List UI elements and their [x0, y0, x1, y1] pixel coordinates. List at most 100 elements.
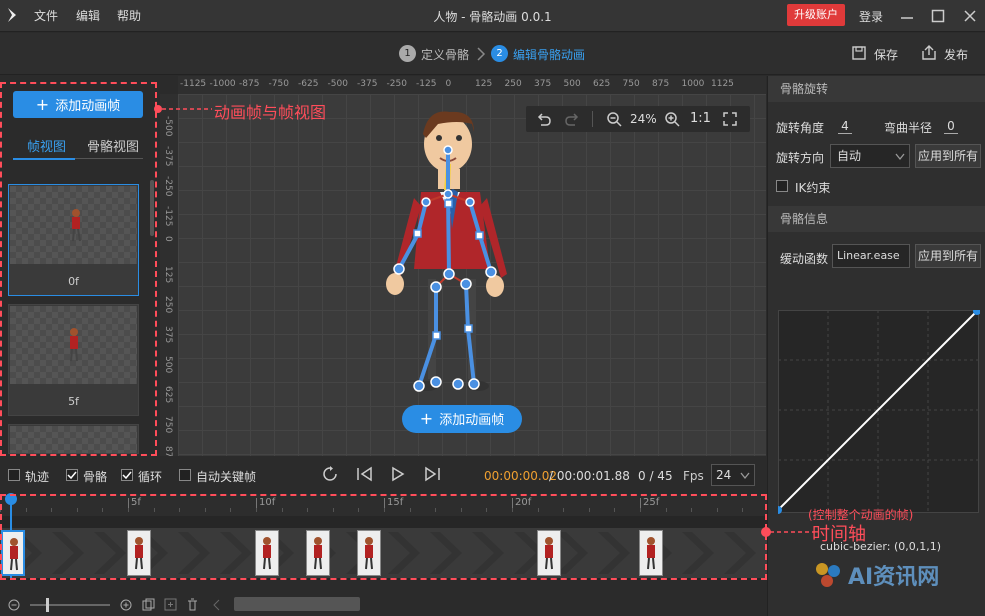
watermark-logo-icon	[816, 563, 840, 587]
prev-frame-icon[interactable]	[356, 466, 374, 482]
chevron-right-icon	[477, 47, 486, 61]
fps-select[interactable]: 24	[711, 464, 755, 486]
zoom-level: 24%	[630, 112, 657, 126]
play-icon[interactable]	[390, 466, 406, 482]
ik-checkbox[interactable]	[776, 180, 788, 192]
ruler-tick-label: -375	[163, 146, 173, 167]
checkbox-label: 自动关键帧	[196, 470, 257, 484]
ruler-tick-label: 250	[163, 296, 173, 314]
ruler-tick-label: 500	[163, 356, 173, 374]
ruler-tick-label: 375	[163, 326, 173, 344]
checkbox[interactable]	[66, 469, 78, 481]
checkbox[interactable]	[121, 469, 133, 481]
timeline-zoom-slider[interactable]	[30, 604, 110, 606]
checkbox[interactable]	[8, 469, 20, 481]
menu-help[interactable]: 帮助	[117, 7, 141, 24]
login-button[interactable]: 登录	[859, 8, 883, 25]
upgrade-button[interactable]: 升级账户	[787, 4, 845, 26]
ruler-tick-label: -500	[327, 79, 348, 89]
ruler-tick-label: 875	[163, 446, 173, 456]
step-2-number: 2	[491, 45, 508, 62]
easing-label: 缓动函数	[780, 252, 829, 266]
publish-button[interactable]: 发布	[944, 46, 968, 63]
rotation-angle-label: 旋转角度	[776, 121, 825, 135]
fps-label: Fps	[683, 469, 704, 483]
editing-canvas[interactable]: + 添加动画帧	[178, 94, 766, 456]
timeline-highlight	[0, 494, 767, 580]
menu-file[interactable]: 文件	[34, 7, 58, 24]
bottom-toolbar	[0, 592, 767, 616]
ruler-tick-label: -1125	[180, 79, 207, 89]
ik-label: IK约束	[795, 181, 831, 195]
zoom-in-icon[interactable]	[664, 111, 680, 127]
checkbox-label: 轨迹	[25, 470, 50, 484]
step-bar: 1 定义骨骼 2 编辑骨骼动画 保存 发布	[0, 33, 985, 75]
save-icon[interactable]	[851, 45, 867, 61]
ruler-tick-label: -250	[163, 176, 173, 197]
zoom-out-icon[interactable]	[606, 111, 622, 127]
ruler-tick-label: 875	[652, 79, 670, 89]
vertical-ruler: -500 -375 -250 -125 0 125 250 375 500 625 750 875	[160, 94, 178, 456]
current-time: 00:00:00.02	[484, 469, 557, 483]
plus-icon: +	[419, 409, 434, 428]
maximize-icon[interactable]	[931, 9, 945, 23]
delete-frame-icon[interactable]	[186, 598, 199, 611]
app-logo-icon	[8, 8, 16, 22]
ruler-tick-label: -1000	[209, 79, 236, 89]
apply-all-button[interactable]: 应用到所有	[915, 144, 981, 168]
bone-info-header: 骨骼信息	[768, 206, 985, 232]
canvas-add-frame-button[interactable]: + 添加动画帧	[402, 405, 522, 433]
bezier-curve-graph[interactable]	[778, 310, 980, 514]
replay-icon[interactable]	[322, 466, 340, 482]
ruler-tick-label: 1125	[711, 79, 734, 89]
checkbox-label: 循环	[138, 470, 163, 484]
apply-all-easing-button[interactable]: 应用到所有	[915, 244, 981, 268]
ruler-tick-label: -125	[416, 79, 437, 89]
actual-size-button[interactable]: 1:1	[690, 111, 711, 126]
bend-radius-label: 弯曲半径	[884, 121, 933, 135]
fullscreen-icon[interactable]	[722, 111, 738, 127]
easing-select[interactable]: Linear.ease	[832, 244, 910, 268]
next-frame-icon[interactable]	[423, 466, 441, 482]
frame-view-annotation: 动画帧与帧视图	[214, 103, 327, 122]
ruler-tick-label: 750	[622, 79, 640, 89]
ruler-tick-label: -250	[386, 79, 407, 89]
ruler-tick-label: 125	[163, 266, 173, 284]
ruler-tick-label: 500	[563, 79, 581, 89]
timeline-scrollbar[interactable]	[234, 597, 360, 611]
minimize-icon[interactable]	[900, 10, 914, 22]
title-bar: 文件 编辑 帮助 人物 - 骨骼动画 0.0.1 升级账户 登录	[0, 0, 985, 32]
menu-edit[interactable]: 编辑	[76, 7, 100, 24]
ruler-tick-label: 0	[445, 79, 452, 89]
ruler-tick-label: -375	[357, 79, 378, 89]
annotation-arrow	[154, 105, 212, 113]
save-button[interactable]: 保存	[874, 46, 898, 63]
redo-icon[interactable]	[564, 111, 580, 127]
ruler-tick-label: 750	[163, 416, 173, 434]
scroll-left-icon[interactable]	[212, 599, 222, 611]
close-icon[interactable]	[963, 9, 977, 23]
rotation-direction-value: 自动	[837, 149, 862, 163]
checkbox[interactable]	[179, 469, 191, 481]
checkbox-label: 骨骼	[83, 470, 108, 484]
publish-icon[interactable]	[920, 44, 938, 61]
paste-frame-icon[interactable]	[164, 598, 177, 611]
character-skeleton[interactable]	[178, 94, 766, 456]
ruler-tick-label: -500	[163, 116, 173, 137]
step-1-label[interactable]: 定义骨骼	[421, 46, 469, 63]
ruler-tick-label: -750	[268, 79, 289, 89]
toolbar-divider	[592, 111, 593, 127]
zoom-out-timeline-icon[interactable]	[8, 599, 20, 611]
annotation-arrow	[761, 527, 814, 537]
frame-view-highlight	[0, 82, 157, 456]
copy-frame-icon[interactable]	[142, 598, 155, 611]
undo-icon[interactable]	[536, 111, 552, 127]
ruler-tick-label: 625	[163, 386, 173, 404]
zoom-in-timeline-icon[interactable]	[120, 599, 132, 611]
slider-thumb[interactable]	[46, 598, 49, 612]
rotation-angle-input[interactable]: 4	[838, 119, 852, 134]
rotation-direction-select[interactable]: 自动	[830, 144, 910, 168]
step-2-label[interactable]: 编辑骨骼动画	[513, 46, 585, 63]
bend-radius-input[interactable]: 0	[944, 119, 958, 134]
frame-counter: 0 / 45	[638, 469, 673, 483]
